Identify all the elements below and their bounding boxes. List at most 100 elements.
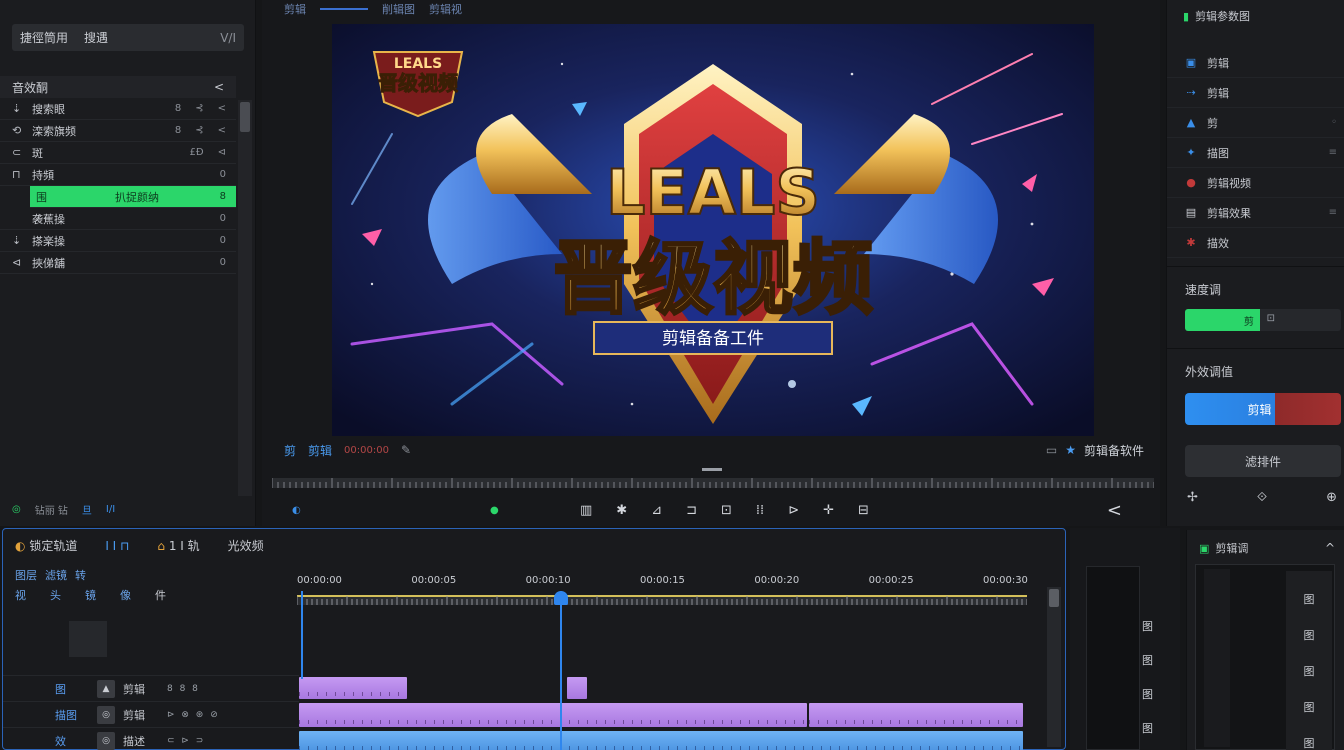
adjust-panel-header[interactable]: ▣ 剪辑调 ^ — [1199, 540, 1335, 556]
collapse-preview-icon[interactable]: < — [1107, 500, 1122, 521]
fit-icon[interactable]: ⊡ — [721, 503, 732, 518]
scrollbar-thumb[interactable] — [240, 102, 250, 132]
library-scrollbar[interactable] — [238, 100, 252, 496]
add-effect-icon[interactable]: ⊕ — [1326, 490, 1337, 505]
preview-scrub-ruler[interactable] — [272, 466, 1154, 490]
edit-icon[interactable]: ✎ — [401, 443, 411, 457]
speed-slider[interactable]: 剪 ⊡ — [1185, 309, 1341, 331]
property-item[interactable]: ▲ 剪 ◦ — [1167, 108, 1344, 138]
tree-item-selected[interactable]: 围 扒捉颜纳 8 — [30, 186, 236, 208]
sync-icon[interactable]: ⟐ — [1257, 490, 1267, 505]
track-header[interactable]: 描图 ◎ 剪辑 ⊳ ⊗ ⊛ ⊘ — [3, 701, 299, 727]
star-icon[interactable]: ★ — [1065, 443, 1076, 457]
audio-meter-panel: 图 图 图 图 — [1070, 528, 1180, 750]
frame-strip-icon[interactable]: ▥ — [580, 503, 592, 518]
track-controls[interactable]: ⊳ ⊗ ⊛ ⊘ — [167, 710, 220, 720]
property-item[interactable]: ● 剪辑视频 — [1167, 168, 1344, 198]
adjust-label[interactable]: 图 — [1304, 735, 1315, 750]
property-item[interactable]: ⇢ 剪辑 — [1167, 78, 1344, 108]
tree-item[interactable]: ⊓ 持頻 0 — [0, 164, 236, 186]
tree-item[interactable]: ⇣ 搜索眼 8 ⊰ < — [0, 98, 236, 120]
property-item[interactable]: ✱ 描效 — [1167, 228, 1344, 258]
header-head[interactable]: 头 — [50, 587, 61, 603]
timeline-tab-audio[interactable]: ⌂ 1 I 轨 — [157, 537, 199, 554]
adjust-column: 图 图 图 图 图 — [1286, 571, 1332, 750]
item-menu-icon[interactable]: ≡ — [1329, 207, 1337, 218]
property-item[interactable]: ✦ 描图 ≡ — [1167, 138, 1344, 168]
loop-icon[interactable]: ◐ — [292, 505, 301, 516]
crop-icon[interactable]: ⊿ — [651, 503, 662, 518]
motion-icon: ⇢ — [1186, 86, 1196, 99]
trim-icon[interactable]: ⊐ — [686, 503, 697, 518]
filter-button[interactable]: 滤排件 — [1185, 445, 1341, 477]
record-icon[interactable]: ● — [490, 505, 499, 516]
header-lens[interactable]: 镜 — [85, 587, 96, 603]
track-header[interactable]: 图 ▲ 剪辑 8 8 8 — [3, 675, 299, 701]
track-label: 剪辑 — [123, 682, 145, 696]
tree-item[interactable]: ⇣ 搽楽操 0 — [0, 230, 236, 252]
library-section-header[interactable]: 音效酮 < — [0, 76, 236, 98]
search-tab[interactable]: 搜遇 — [84, 29, 108, 46]
adjust-label[interactable]: 图 — [1304, 627, 1315, 643]
adjust-label[interactable]: 图 — [1304, 699, 1315, 715]
item-menu-icon[interactable]: ≡ — [1329, 147, 1337, 158]
aspect-icon[interactable]: ▭ — [1046, 443, 1057, 457]
fullscreen-icon[interactable]: ⊟ — [858, 503, 869, 518]
timeline-tab-tracks[interactable]: I I ⊓ — [105, 539, 129, 553]
timeline-clip[interactable] — [299, 703, 807, 727]
header-filter[interactable]: 滤镜 — [45, 567, 67, 583]
library-search-bar[interactable]: 捷徑筒用 搜遇 V/I — [12, 24, 244, 51]
tab-view[interactable]: 剪辑视 — [429, 1, 462, 17]
tab-cut[interactable]: 削辑图 — [382, 1, 415, 17]
header-clip[interactable]: 件 — [155, 587, 166, 603]
in-point-marker[interactable] — [301, 591, 303, 679]
tree-item[interactable]: 袭蕉操 0 — [0, 208, 236, 230]
tree-item[interactable]: ⟲ 滦索旗频 8 ⊰ < — [0, 120, 236, 142]
header-transition[interactable]: 转 — [75, 567, 86, 583]
timeline-clip[interactable] — [567, 677, 587, 699]
timeline-clip[interactable] — [299, 731, 1023, 750]
item-menu-icon[interactable]: ◦ — [1331, 117, 1337, 128]
track-header[interactable]: 效 ◎ 描述 ⊂ ⊳ ⊃ — [3, 727, 299, 750]
expand-icon[interactable]: ⊲ — [218, 147, 226, 158]
track-controls[interactable]: ⊂ ⊳ ⊃ — [167, 736, 205, 746]
tag-icon[interactable]: 旦 — [82, 502, 92, 517]
playback-controls: ◐ ● ▥ ✱ ⊿ ⊐ ⊡ ⁞⁞ ⊳ ✛ ⊟ < — [282, 498, 1142, 522]
track-controls[interactable]: 8 8 8 — [167, 684, 200, 694]
timeline-ruler[interactable] — [297, 589, 1027, 605]
expand-icon[interactable]: < — [218, 103, 226, 114]
blend-mode-button[interactable]: 剪辑 — [1185, 393, 1341, 425]
property-item[interactable]: ▣ 剪辑 — [1167, 48, 1344, 78]
tab-edit[interactable]: 剪辑 — [284, 1, 306, 17]
audio-meter — [1086, 566, 1140, 750]
header-video[interactable]: 视 — [15, 587, 26, 603]
search-view-toggle[interactable]: V/I — [220, 31, 236, 45]
timeline-clip[interactable] — [299, 677, 407, 699]
playhead[interactable] — [554, 591, 568, 750]
chevron-up-icon[interactable]: ^ — [1325, 541, 1335, 555]
timeline-tab-lock[interactable]: ◐ 锁定轨道 — [15, 537, 77, 554]
collapse-icon[interactable]: < — [214, 80, 224, 94]
property-item[interactable]: ▤ 剪辑效果 ≡ — [1167, 198, 1344, 228]
properties-panel: ▮ 剪辑参数图 ▣ 剪辑 ⇢ 剪辑 ▲ 剪 ◦ ✦ 描图 ≡ ● 剪辑视频 ▤ 剪辑效果 ≡ ✱ 描… — [1166, 0, 1344, 526]
add-keyframe-icon[interactable]: ✢ — [1187, 490, 1198, 505]
property-label: 剪 — [1207, 116, 1218, 130]
timeline-clip[interactable] — [809, 703, 1023, 727]
scrollbar-thumb[interactable] — [1049, 589, 1059, 607]
grid-icon[interactable]: ⁞⁞ — [756, 503, 764, 518]
timeline-scrollbar[interactable] — [1047, 587, 1061, 747]
play-icon[interactable]: ⊳ — [788, 503, 799, 518]
blend-mode-label: 剪辑 — [1247, 402, 1272, 417]
header-image[interactable]: 像 — [120, 587, 131, 603]
timeline-tab-effects[interactable]: 光效频 — [228, 537, 264, 554]
video-preview[interactable]: LEALS 晋级视频 剪辑备备工件 LEALS 晋级视频 — [332, 24, 1094, 436]
effects-icon[interactable]: ✱ — [616, 503, 627, 518]
adjust-label[interactable]: 图 — [1304, 663, 1315, 679]
tree-item[interactable]: ⊂ 斑 £Ð ⊲ — [0, 142, 236, 164]
add-marker-icon[interactable]: ✛ — [823, 503, 834, 518]
adjust-label[interactable]: 图 — [1304, 591, 1315, 607]
header-layer[interactable]: 图层 — [15, 567, 37, 583]
timecode-label: 00:00:00 — [297, 575, 342, 586]
tree-item[interactable]: ⊲ 挾俤舖 0 — [0, 252, 236, 274]
expand-icon[interactable]: < — [218, 125, 226, 136]
